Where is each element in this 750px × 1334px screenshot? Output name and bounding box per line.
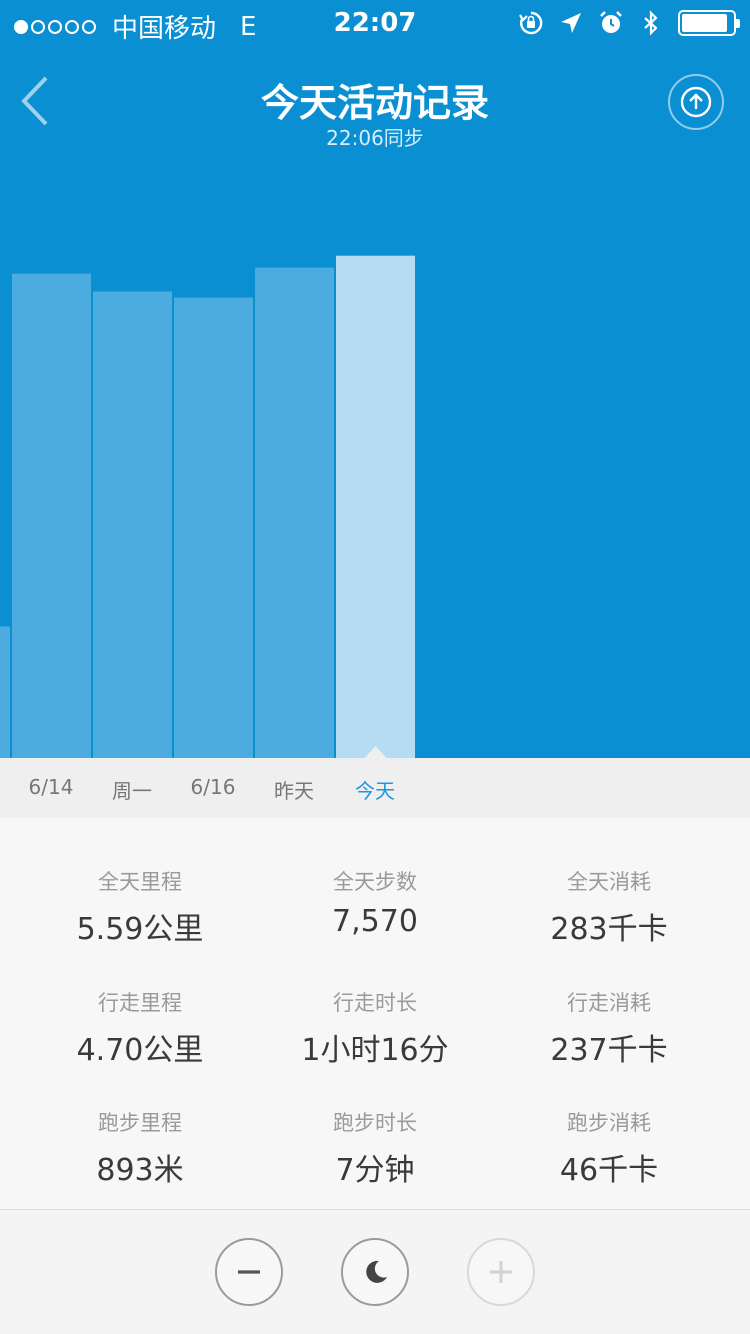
stat-cell: 全天消耗 283千卡 [484,866,734,948]
chart-bar[interactable] [336,255,415,758]
stat-cell: 跑步消耗 46千卡 [484,1107,734,1189]
stat-value: 7,570 [332,904,418,939]
chart-bar[interactable] [93,291,172,758]
date-label[interactable]: 周一 [92,775,172,804]
page-title: 今天活动记录 [260,81,489,125]
activity-hero: 中国移动 E 22:07 今天活动记录 22:06同步 [0,0,750,758]
moon-icon [366,1260,387,1283]
next-day-button[interactable] [467,1238,535,1306]
stat-cell: 跑步时长 7分钟 [250,1107,500,1189]
stat-value: 7分钟 [335,1153,415,1188]
stat-cell: 跑步里程 893米 [15,1107,265,1189]
stat-label: 全天步数 [333,870,417,894]
battery-icon [678,10,740,36]
steps-bar-chart [0,255,415,758]
stat-label: 行走时长 [333,991,417,1015]
stat-value: 46千卡 [559,1153,659,1188]
stat-value: 4.70公里 [76,1033,204,1068]
date-label[interactable]: 6/16 [173,775,253,799]
stat-cell: 行走里程 4.70公里 [15,987,265,1069]
stat-label: 行走里程 [98,991,182,1015]
stat-cell: 全天里程 5.59公里 [15,866,265,948]
alarm-icon [600,11,622,33]
previous-day-button[interactable] [215,1238,283,1306]
plus-icon [490,1261,512,1283]
chart-bar-partial [0,626,10,758]
rotation-lock-icon [519,11,543,35]
location-arrow-icon [561,13,581,33]
sync-status: 22:06同步 [326,126,424,150]
stat-cell: 行走消耗 237千卡 [484,987,734,1069]
share-button[interactable] [668,74,724,130]
bluetooth-icon [644,10,658,36]
stat-label: 行走消耗 [567,991,651,1015]
stat-label: 全天消耗 [567,870,651,894]
bottom-controls [0,1210,750,1334]
nav-bar: 今天活动记录 22:06同步 [0,50,750,160]
stat-value: 893米 [96,1153,184,1188]
minus-icon [238,1270,260,1274]
stat-value: 5.59公里 [76,912,204,947]
stat-value: 283千卡 [550,912,668,947]
upload-icon [680,86,712,118]
date-label[interactable]: 6/14 [11,775,91,799]
chart-bar[interactable] [12,273,91,758]
stat-cell: 行走时长 1小时16分 [250,987,500,1069]
date-label[interactable]: 今天 [335,775,415,804]
stat-value: 237千卡 [550,1033,668,1068]
chart-bar[interactable] [255,267,334,758]
stats-grid: 全天里程 5.59公里 全天步数 7,570 全天消耗 283千卡 行走里程 4.70公里 行走… [0,818,750,1210]
status-bar: 中国移动 E 22:07 [0,0,750,50]
stat-label: 跑步消耗 [567,1111,651,1135]
stat-label: 全天里程 [98,870,182,894]
date-label[interactable]: 昨天 [254,775,334,804]
status-right [518,10,740,36]
stat-cell: 全天步数 7,570 [250,866,500,939]
date-axis: 6/14 周一 6/16 昨天 今天 [0,758,750,818]
stat-value: 1小时16分 [301,1033,449,1068]
stat-label: 跑步时长 [333,1111,417,1135]
chart-bar[interactable] [174,297,253,758]
stat-label: 跑步里程 [98,1111,182,1135]
sleep-button[interactable] [341,1238,409,1306]
